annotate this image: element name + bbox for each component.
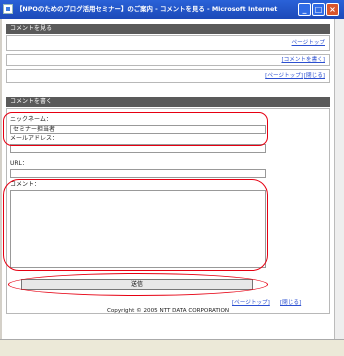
nickname-input[interactable]: セミナー担当者 <box>10 125 266 134</box>
email-input[interactable] <box>10 144 266 153</box>
write-comment-header: コメントを書く <box>6 97 330 107</box>
page-content: コメントを見る ページトップ [コメントを書く] [ページトップ] [閉じる] … <box>2 19 335 339</box>
page-top-link-2[interactable]: [ページトップ] <box>265 72 303 80</box>
ie-page-icon <box>3 4 13 14</box>
url-input[interactable] <box>10 169 266 178</box>
comment-textarea[interactable] <box>10 190 266 268</box>
view-nav-panel: [ページトップ] [閉じる] <box>6 69 330 83</box>
url-label: URL： <box>10 160 28 167</box>
write-page-top-link[interactable]: [ページトップ] <box>232 299 270 307</box>
write-comment-link[interactable]: [コメントを書く] <box>281 56 325 64</box>
page-top-link[interactable]: ページトップ <box>292 39 325 47</box>
view-comments-header: コメントを見る <box>6 24 330 34</box>
close-link[interactable]: [閉じる] <box>304 72 325 80</box>
maximize-button[interactable]: □ <box>312 3 325 16</box>
nickname-label: ニックネーム： <box>10 116 52 123</box>
write-close-link[interactable]: [閉じる] <box>280 299 301 307</box>
view-write-panel: [コメントを書く] <box>6 54 330 66</box>
status-bar <box>0 339 344 356</box>
comment-label: コメント： <box>10 181 41 188</box>
submit-button[interactable]: 送信 <box>21 279 253 290</box>
window-title: 【NPOのためのブログ活用セミナー】のご案内 - コメントを見る - Micro… <box>16 5 278 13</box>
window-titlebar: 【NPOのためのブログ活用セミナー】のご案内 - コメントを見る - Micro… <box>0 0 344 19</box>
copyright-text: Copyright © 2005 NTT DATA CORPORATION <box>106 308 230 314</box>
vertical-scrollbar[interactable] <box>334 19 344 339</box>
minimize-button[interactable]: _ <box>298 3 311 16</box>
view-top-panel: ページトップ <box>6 35 330 51</box>
email-label: メールアドレス： <box>10 135 59 142</box>
close-window-button[interactable]: × <box>326 3 339 16</box>
